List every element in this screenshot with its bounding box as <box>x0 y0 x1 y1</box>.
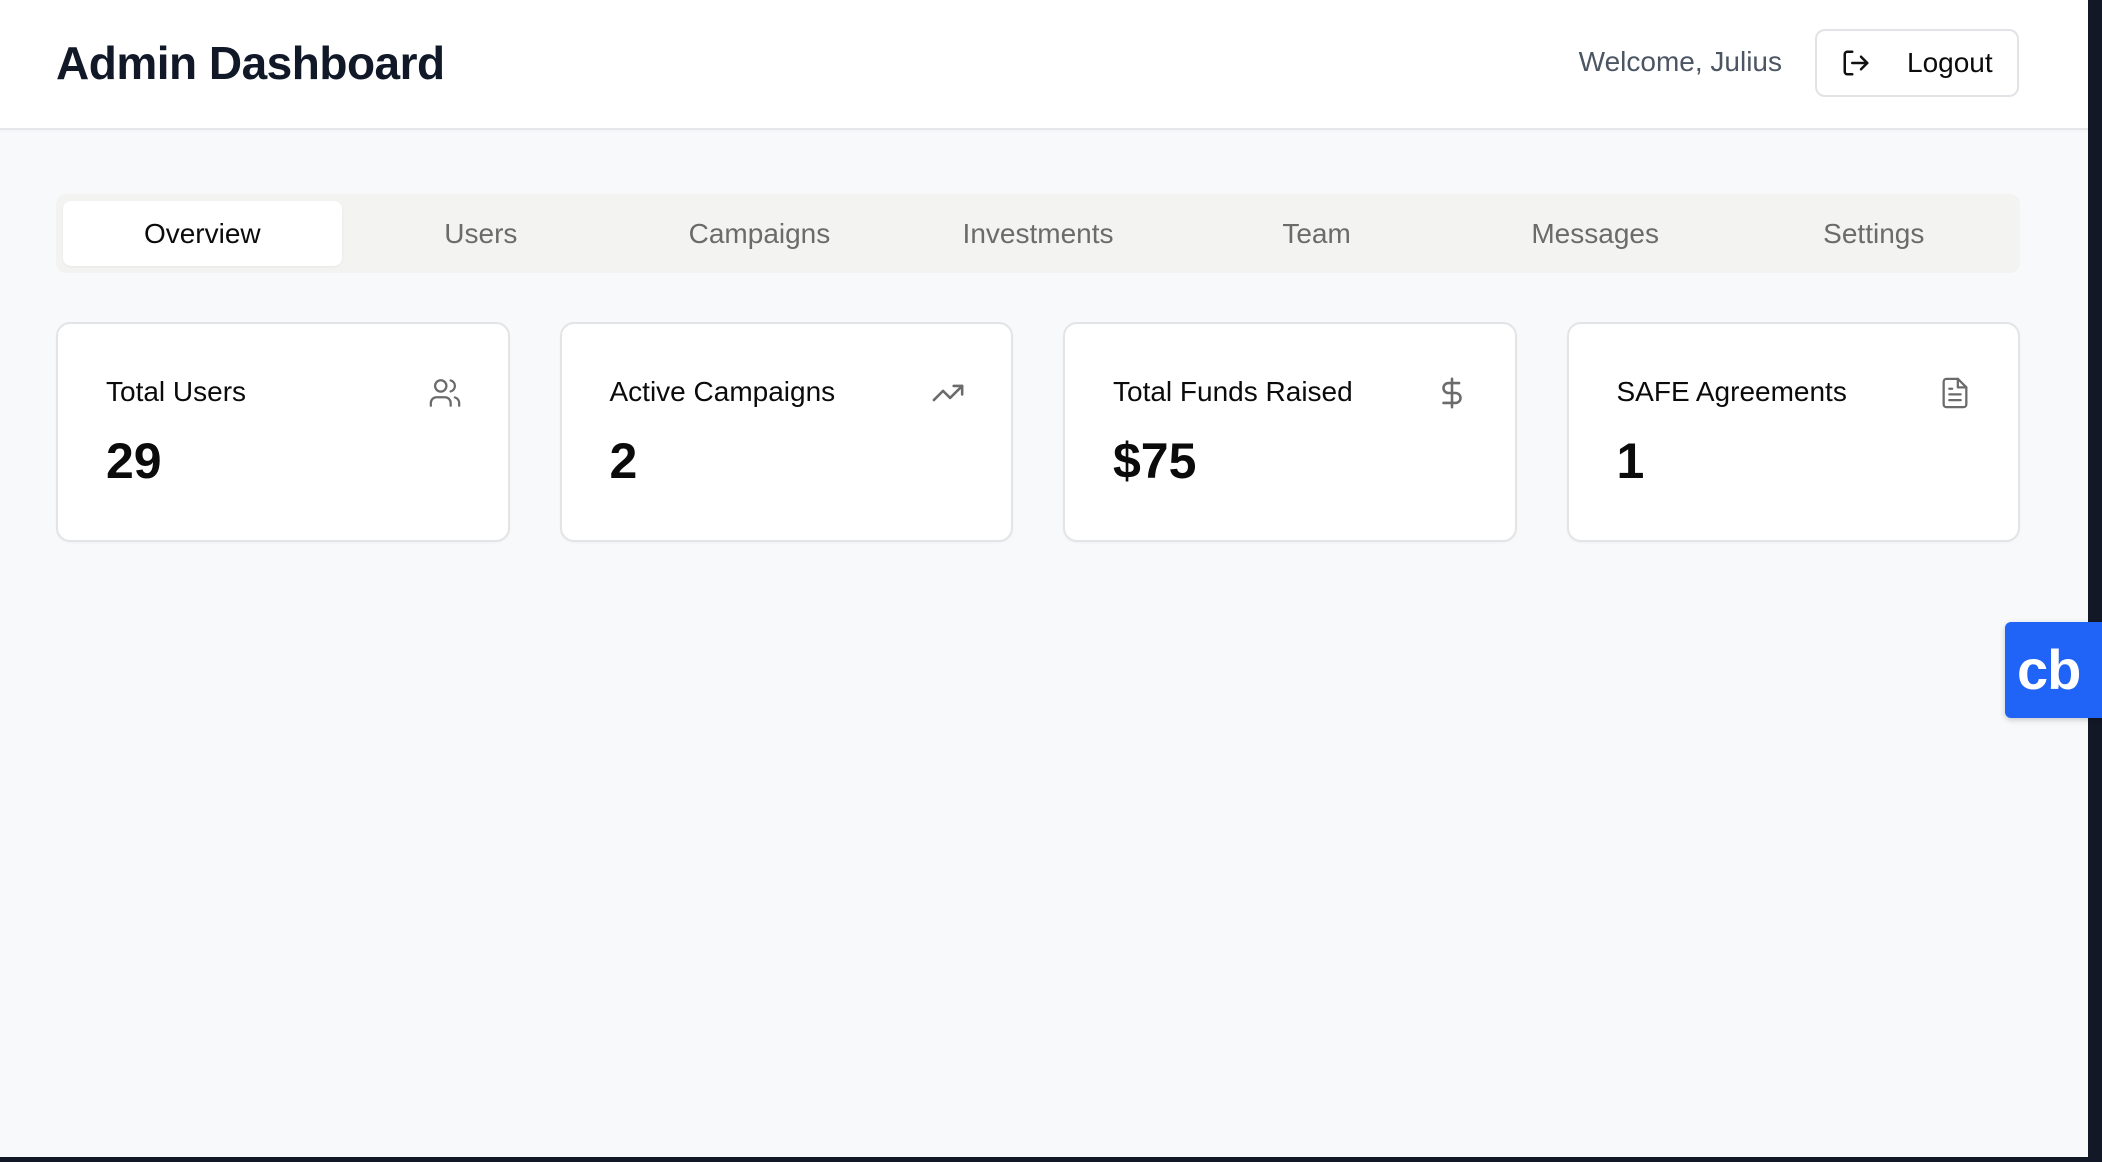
stat-card-title: SAFE Agreements <box>1616 376 1847 407</box>
tab-settings[interactable]: Settings <box>1734 201 2013 266</box>
logout-icon <box>1841 48 1871 78</box>
cb-widget-label: cb <box>2017 638 2081 701</box>
stat-card-title: Total Funds Raised <box>1113 376 1353 407</box>
cb-widget-button[interactable]: cb <box>2005 622 2102 718</box>
trending-up-icon <box>931 376 965 410</box>
users-icon <box>428 376 462 410</box>
stat-card-value: 29 <box>106 433 162 489</box>
stat-card-safe-agreements: SAFE Agreements 1 <box>1566 322 2020 542</box>
document-icon <box>1938 376 1972 410</box>
tab-investments[interactable]: Investments <box>899 201 1178 266</box>
tab-users[interactable]: Users <box>342 201 621 266</box>
dollar-icon <box>1435 376 1469 410</box>
stat-card-title: Total Users <box>106 376 247 407</box>
tab-messages[interactable]: Messages <box>1456 201 1735 266</box>
stat-card-title: Active Campaigns <box>609 376 836 407</box>
tab-bar: Overview Users Campaigns Investments Tea… <box>56 194 2020 273</box>
welcome-message: Welcome, Julius <box>1578 46 1782 77</box>
stat-card-value: 2 <box>609 433 638 489</box>
stat-card-total-funds: Total Funds Raised $75 <box>1063 322 1517 542</box>
logout-label: Logout <box>1907 47 1993 78</box>
tab-overview[interactable]: Overview <box>63 201 342 266</box>
stat-card-value: 1 <box>1616 433 1645 489</box>
tab-campaigns[interactable]: Campaigns <box>620 201 899 266</box>
tab-team[interactable]: Team <box>1177 201 1456 266</box>
top-header: Admin Dashboard Welcome, Julius Logout <box>0 0 2088 130</box>
logout-button[interactable]: Logout <box>1815 29 2019 97</box>
stat-card-value: $75 <box>1113 433 1197 489</box>
stats-cards: Total Users 29 Active Campaigns 2 Total … <box>56 322 2020 542</box>
page-title: Admin Dashboard <box>56 37 445 89</box>
stat-card-active-campaigns: Active Campaigns 2 <box>559 322 1013 542</box>
stat-card-total-users: Total Users 29 <box>56 322 510 542</box>
app-window: Admin Dashboard Welcome, Julius Logout O… <box>0 0 2088 1157</box>
